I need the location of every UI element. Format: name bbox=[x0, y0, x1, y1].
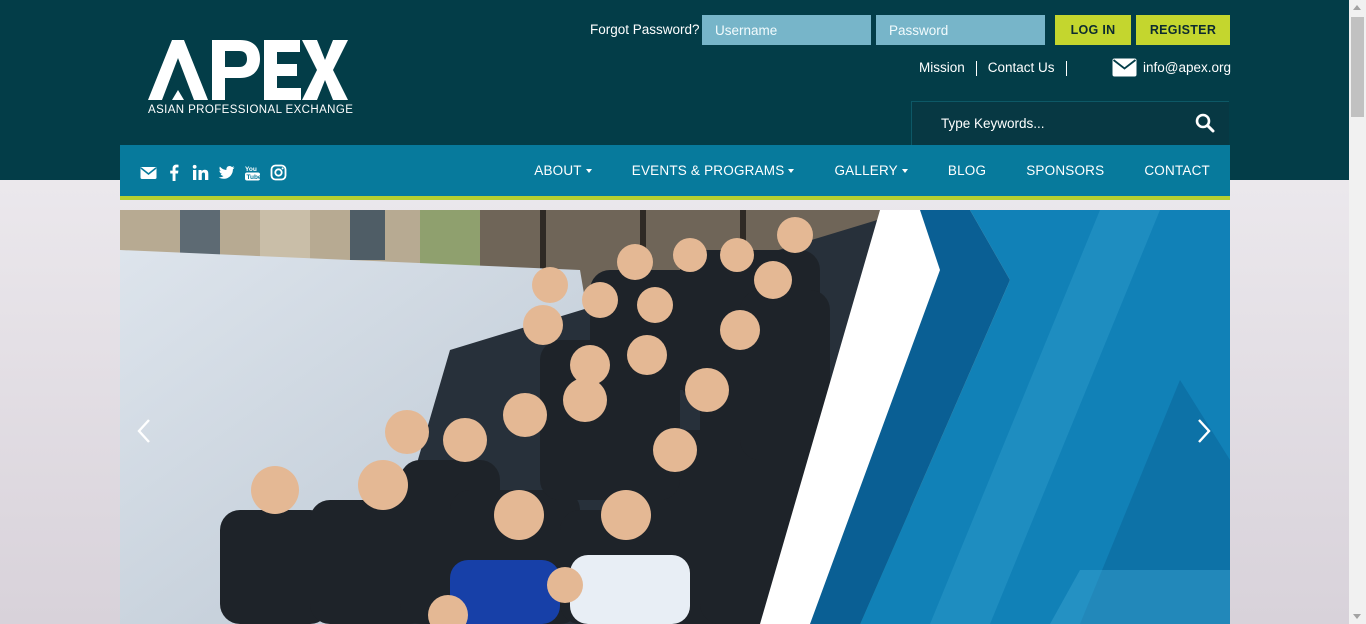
svg-text:You: You bbox=[245, 166, 257, 173]
nav-menu: ABOUT EVENTS & PROGRAMS GALLERY BLOG SPO… bbox=[514, 145, 1230, 196]
search-icon[interactable] bbox=[1195, 113, 1215, 133]
envelope-icon bbox=[1112, 58, 1137, 77]
apex-logo-mark bbox=[148, 40, 348, 100]
scroll-thumb[interactable] bbox=[1351, 17, 1364, 117]
site-logo[interactable]: ASIAN PROFESSIONAL EXCHANGE bbox=[148, 38, 354, 120]
main-navigation: You Tube ABOUT EVENTS & PROGRAMS GALLERY … bbox=[120, 145, 1230, 200]
search-box bbox=[911, 101, 1229, 145]
nav-item-contact[interactable]: CONTACT bbox=[1124, 163, 1230, 178]
caret-down-icon bbox=[901, 168, 908, 173]
envelope-icon[interactable] bbox=[140, 164, 157, 181]
linkedin-icon[interactable] bbox=[192, 164, 209, 181]
contact-us-link[interactable]: Contact Us bbox=[977, 60, 1066, 76]
nav-item-label: BLOG bbox=[947, 163, 987, 178]
email-address: info@apex.org bbox=[1143, 60, 1232, 75]
caret-down-icon bbox=[788, 168, 795, 173]
nav-item-label: GALLERY bbox=[834, 163, 898, 178]
twitter-icon[interactable] bbox=[218, 164, 235, 181]
page-scrollbar[interactable] bbox=[1349, 0, 1366, 624]
login-button[interactable]: LOG IN bbox=[1055, 15, 1131, 45]
hero-carousel bbox=[120, 210, 1230, 624]
nav-item-blog[interactable]: BLOG bbox=[928, 163, 1006, 178]
instagram-icon[interactable] bbox=[270, 164, 287, 181]
nav-item-label: CONTACT bbox=[1144, 163, 1210, 178]
chevron-left-icon[interactable] bbox=[136, 417, 152, 445]
search-input[interactable] bbox=[912, 102, 1182, 144]
forgot-password-link[interactable]: Forgot Password? bbox=[590, 22, 700, 37]
social-links: You Tube bbox=[140, 164, 287, 181]
header-sublinks: Mission Contact Us bbox=[908, 60, 1067, 76]
nav-item-label: EVENTS & PROGRAMS bbox=[631, 163, 785, 178]
divider bbox=[1065, 60, 1067, 76]
register-button[interactable]: REGISTER bbox=[1136, 15, 1230, 45]
nav-item-events-programs[interactable]: EVENTS & PROGRAMS bbox=[612, 163, 815, 178]
scroll-down-icon[interactable] bbox=[1353, 614, 1361, 619]
logo-tagline: ASIAN PROFESSIONAL EXCHANGE bbox=[148, 104, 354, 116]
nav-item-gallery[interactable]: GALLERY bbox=[814, 163, 927, 178]
nav-item-label: ABOUT bbox=[534, 163, 582, 178]
svg-text:Tube: Tube bbox=[247, 174, 262, 181]
facebook-icon[interactable] bbox=[166, 164, 183, 181]
chevron-right-icon[interactable] bbox=[1196, 417, 1212, 445]
scroll-up-icon[interactable] bbox=[1353, 5, 1361, 10]
youtube-icon[interactable]: You Tube bbox=[244, 164, 262, 181]
hero-slide-image bbox=[120, 210, 1230, 624]
nav-item-about[interactable]: ABOUT bbox=[514, 163, 612, 178]
mission-link[interactable]: Mission bbox=[908, 60, 976, 76]
password-input[interactable] bbox=[876, 15, 1045, 45]
nav-item-label: SPONSORS bbox=[1026, 163, 1105, 178]
email-contact[interactable]: info@apex.org bbox=[1112, 58, 1231, 77]
nav-item-sponsors[interactable]: SPONSORS bbox=[1006, 163, 1124, 178]
caret-down-icon bbox=[585, 168, 592, 173]
username-input[interactable] bbox=[702, 15, 871, 45]
